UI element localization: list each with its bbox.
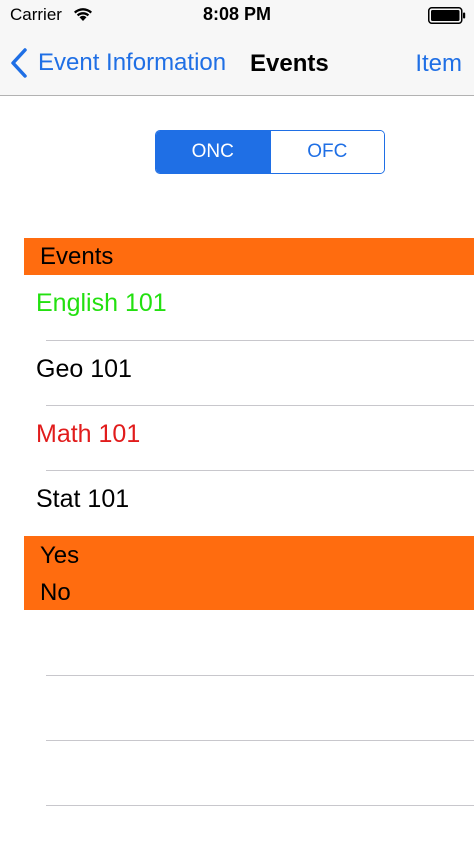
list-item-label: English 101	[36, 289, 167, 317]
status-time: 8:08 PM	[202, 4, 272, 24]
list-item[interactable]: Geo 101	[24, 341, 474, 406]
segmented-control: ONC OFC	[155, 130, 385, 174]
back-button[interactable]: Event Information	[8, 46, 226, 80]
section-header-yes-no: Yes No	[24, 536, 474, 610]
list-item-label: Stat 101	[36, 485, 130, 513]
chevron-left-icon	[11, 48, 27, 78]
list-item-label: Math 101	[36, 420, 141, 448]
list-item-label: Geo 101	[36, 355, 132, 383]
navigation-bar: Event Information Events Item	[0, 32, 474, 96]
list-item[interactable]: Stat 101	[24, 471, 474, 536]
row-separator	[46, 805, 474, 806]
yes-label: Yes	[40, 542, 80, 569]
no-label: No	[40, 579, 71, 606]
list-item[interactable]: Math 101	[24, 406, 474, 471]
status-bar: Carrier 8:08 PM	[0, 0, 474, 32]
back-button-label: Event Information	[38, 49, 227, 76]
section-header-label: Events	[40, 243, 114, 270]
segment-onc[interactable]: ONC	[156, 131, 270, 173]
app-screen: Carrier 8:08 PM Event Information Events…	[0, 0, 474, 841]
section-header-events: Events	[24, 238, 474, 275]
item-button[interactable]: Item	[415, 50, 462, 78]
list-item[interactable]: English 101	[24, 275, 474, 340]
battery-icon	[428, 7, 466, 24]
segment-ofc[interactable]: OFC	[269, 131, 384, 173]
row-separator	[46, 675, 474, 676]
row-separator	[46, 740, 474, 741]
page-title: Events	[250, 50, 329, 77]
